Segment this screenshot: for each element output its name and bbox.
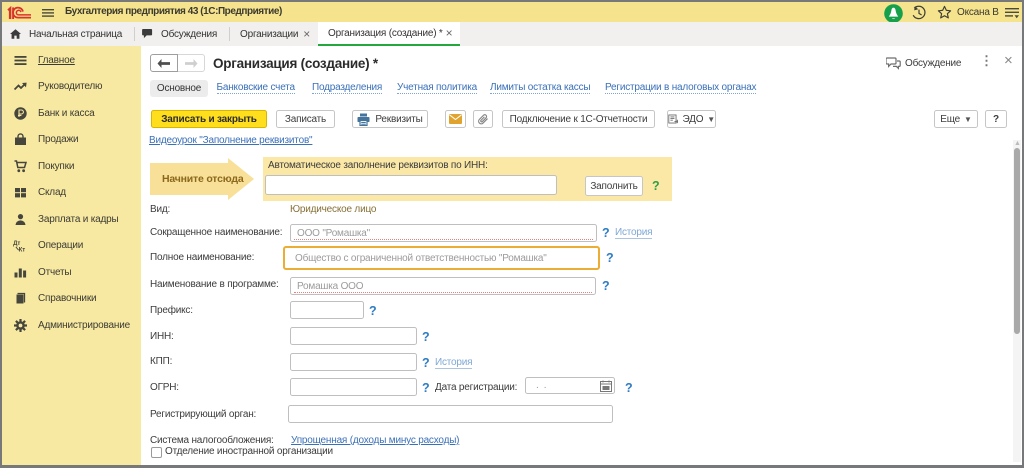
svg-text:Кт: Кт (19, 248, 26, 254)
svg-text:Дт: Дт (13, 241, 20, 247)
